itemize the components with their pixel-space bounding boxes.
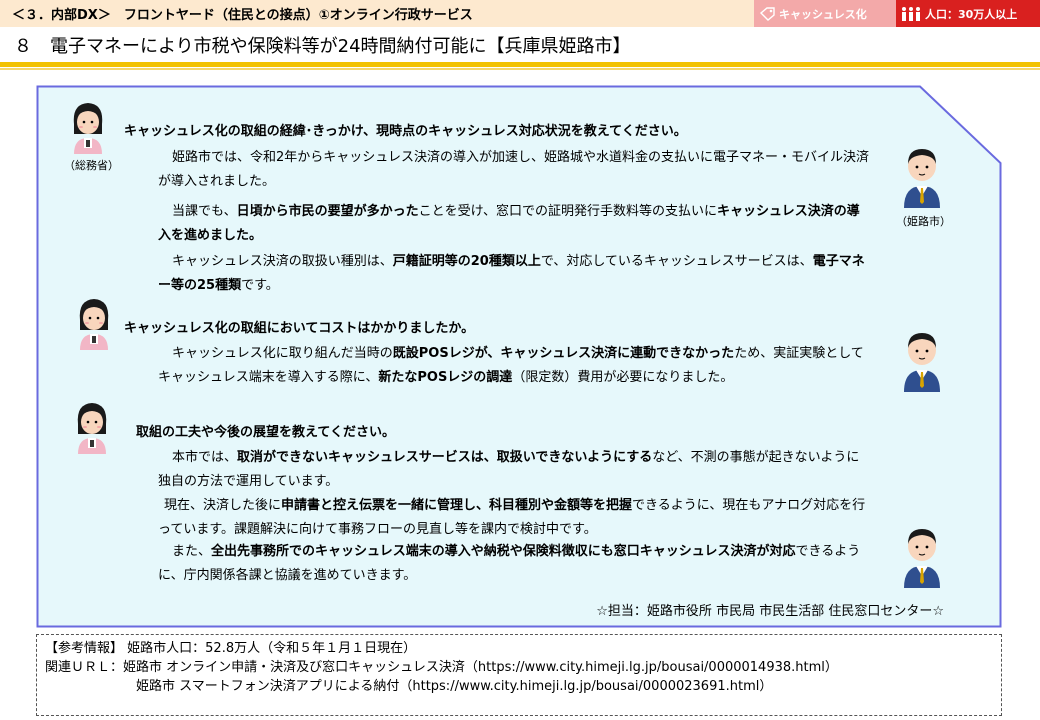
answer-1-paragraph-3: キャッシュレス決済の取扱い種別は、戸籍証明等の20種類以上で、対応しているキャッ… — [158, 250, 872, 298]
cashless-tag: キャッシュレス化 — [754, 0, 896, 27]
title-underline — [0, 62, 1040, 67]
answer-1-p3-post: です。 — [241, 278, 279, 293]
ministry-avatar-3 — [72, 400, 112, 454]
question-1: キャッシュレス化の取組の経緯･きっかけ、現時点のキャッシュレス対応状況を教えてく… — [124, 120, 687, 139]
reference-row-1: 【参考情報】 姫路市人口：52.8万人（令和５年１月１日現在） — [45, 639, 993, 658]
reference-row-2: 関連ＵＲＬ：姫路市 オンライン申請・決済及び窓口キャッシュレス決済（https:… — [45, 658, 993, 677]
answer-3-p3-pre: また、 — [172, 544, 211, 559]
contact-line: ☆担当：姫路市役所 市民局 市民生活部 住民窓口センター☆ — [596, 600, 944, 619]
ministry-label: （総務省） — [64, 157, 119, 173]
tag-icon — [760, 7, 776, 21]
reference-label: 【参考情報】 — [45, 641, 123, 656]
answer-3-p2-bold: 申請書と控え伝票を一緒に管理し、科目種別や金額等を把握 — [281, 498, 632, 513]
city-avatar-3 — [900, 526, 944, 588]
answer-3-paragraph-3: また、全出先事務所でのキャッシュレス端末の導入や納税や保険料徴収にも窓口キャッシ… — [158, 540, 872, 588]
answer-1-paragraph-2: 当課でも、日頃から市民の要望が多かったことを受け、窓口での証明発行手数料等の支払… — [158, 200, 872, 248]
reference-population: 姫路市人口：52.8万人（令和５年１月１日現在） — [127, 641, 416, 656]
answer-1-p2-mid: ことを受け、窓口での証明発行手数料等の支払いに — [419, 204, 717, 219]
reference-box: 【参考情報】 姫路市人口：52.8万人（令和５年１月１日現在） 関連ＵＲＬ：姫路… — [36, 634, 1002, 716]
answer-3-paragraph-1: 本市では、取消ができないキャッシュレスサービスは、取扱いできないようにするなど、… — [158, 446, 872, 494]
answer-2-paragraph: キャッシュレス化に取り組んだ当時の既設POSレジが、キャッシュレス決済に連動でき… — [158, 342, 872, 390]
ministry-avatar-1 — [68, 100, 108, 154]
answer-2-post: （限定数）費用が必要になりました。 — [512, 370, 733, 385]
answer-3-p1-bold: 取消ができないキャッシュレスサービスは、取扱いできないようにする — [237, 450, 652, 465]
question-2: キャッシュレス化の取組においてコストはかかりましたか。 — [124, 317, 474, 336]
page-title: ８ 電子マネーにより市税や保険料等が24時間納付可能に【兵庫県姫路市】 — [14, 32, 631, 58]
answer-1-p3-pre: キャッシュレス決済の取扱い種別は、 — [172, 254, 393, 269]
population-tag: 人口：30万人以上 — [896, 0, 1040, 27]
city-avatar-1 — [900, 146, 944, 208]
reference-row-3: 姫路市 スマートフォン決済アプリによる納付（https://www.city.h… — [45, 677, 993, 696]
cashless-tag-label: キャッシュレス化 — [779, 6, 867, 22]
answer-3-p2-pre: 現在、決済した後に — [164, 498, 281, 513]
ministry-avatar-2 — [74, 296, 114, 350]
answer-3-p1-pre: 本市では、 — [172, 450, 237, 465]
population-tag-label: 人口：30万人以上 — [925, 6, 1017, 22]
title-underline-thin — [0, 68, 1040, 70]
people-icon — [900, 6, 922, 22]
answer-3-p3-bold: 全出先事務所でのキャッシュレス端末の導入や納税や保険料徴収にも窓口キャッシュレス… — [211, 544, 795, 559]
answer-2-bold-2: 新たなPOSレジの調達 — [378, 370, 512, 385]
answer-1-text-1: 姫路市では、令和2年からキャッシュレス決済の導入が加速し、姫路城や水道料金の支払… — [158, 150, 869, 189]
answer-3-paragraph-2: 現在、決済した後に申請書と控え伝票を一緒に管理し、科目種別や金額等を把握できるよ… — [158, 494, 872, 542]
answer-2-bold-1: 既設POSレジが、キャッシュレス決済に連動できなかった — [393, 346, 734, 361]
answer-1-p3-mid: で、対応しているキャッシュレスサービスは、 — [541, 254, 813, 269]
city-avatar-2 — [900, 330, 944, 392]
reference-url-label: 関連ＵＲＬ： — [45, 660, 123, 675]
answer-1-p3-bold-1: 戸籍証明等の20種類以上 — [393, 254, 541, 269]
city-label: （姫路市） — [896, 213, 951, 229]
question-3: 取組の工夫や今後の展望を教えてください。 — [136, 421, 395, 440]
answer-1-p2-pre: 当課でも、 — [172, 204, 237, 219]
breadcrumb: ＜３．内部DX＞ フロントヤード（住民との接点）①オンライン行政サービス — [12, 4, 473, 23]
answer-2-pre: キャッシュレス化に取り組んだ当時の — [172, 346, 393, 361]
answer-1-p2-bold-1: 日頃から市民の要望が多かった — [237, 204, 419, 219]
answer-1-paragraph-1: 姫路市では、令和2年からキャッシュレス決済の導入が加速し、姫路城や水道料金の支払… — [158, 146, 872, 194]
reference-url-1[interactable]: 姫路市 オンライン申請・決済及び窓口キャッシュレス決済（https://www.… — [123, 660, 838, 675]
reference-url-2[interactable]: 姫路市 スマートフォン決済アプリによる納付（https://www.city.h… — [136, 679, 772, 694]
